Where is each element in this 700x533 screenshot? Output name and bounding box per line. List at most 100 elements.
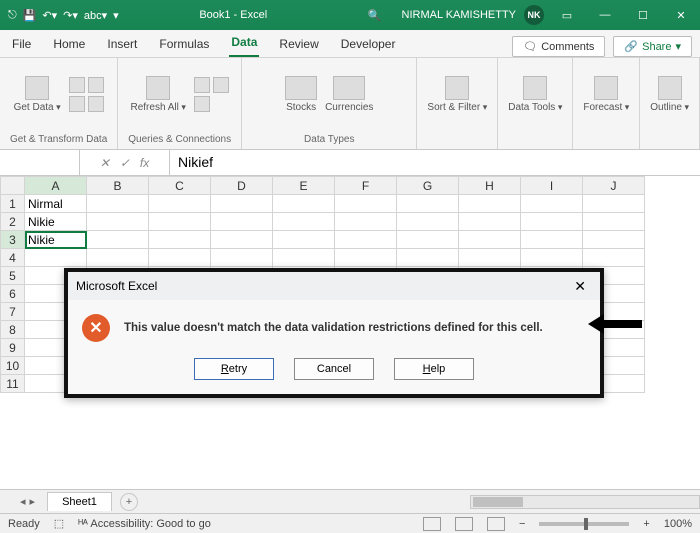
tab-review[interactable]: Review (277, 31, 320, 57)
stocks-button[interactable]: Stocks (285, 76, 317, 113)
group-data-types: Stocks Currencies Data Types (242, 58, 417, 149)
zoom-level[interactable]: 100% (664, 518, 692, 530)
row-header[interactable]: 6 (1, 285, 25, 303)
group-get-transform: Get Data Get & Transform Data (0, 58, 118, 149)
col-header[interactable]: H (459, 177, 521, 195)
sheet-tab[interactable]: Sheet1 (47, 492, 112, 511)
dialog-message: This value doesn't match the data valida… (124, 322, 543, 334)
group-label: Get & Transform Data (10, 134, 107, 145)
page-layout-view-button[interactable] (455, 517, 473, 531)
tab-developer[interactable]: Developer (339, 31, 398, 57)
tab-formulas[interactable]: Formulas (157, 31, 211, 57)
row-header[interactable]: 11 (1, 375, 25, 393)
queries-small-buttons[interactable] (194, 77, 229, 112)
error-icon: ✕ (82, 314, 110, 342)
macro-record-icon[interactable]: ⬚ (54, 517, 64, 530)
formula-input[interactable]: Nikief (170, 150, 700, 175)
col-header[interactable]: A (25, 177, 87, 195)
cancel-entry-icon[interactable]: ✕ (100, 156, 110, 170)
group-label: Queries & Connections (128, 134, 231, 145)
annotation-arrow (602, 320, 642, 328)
get-data-button[interactable]: Get Data (14, 76, 61, 113)
sheet-nav-next-icon[interactable]: ▸ (30, 495, 36, 508)
formula-bar: ✕ ✓ fx Nikief (0, 150, 700, 176)
cancel-button[interactable]: Cancel (294, 358, 374, 380)
page-break-view-button[interactable] (487, 517, 505, 531)
accessibility-status[interactable]: ᴴᴬ Accessibility: Good to go (78, 518, 211, 530)
row-header[interactable]: 2 (1, 213, 25, 231)
account-avatar[interactable]: NK (524, 5, 544, 25)
zoom-in-button[interactable]: + (643, 518, 649, 530)
sort-filter-button[interactable]: Sort & Filter (427, 76, 487, 113)
name-box[interactable] (0, 150, 80, 175)
col-header[interactable]: E (273, 177, 335, 195)
dialog-title: Microsoft Excel (76, 279, 157, 293)
autosave-toggle[interactable]: ⎋ (8, 9, 17, 22)
zoom-slider[interactable] (539, 522, 629, 526)
ribbon-tabs: File Home Insert Formulas Data Review De… (0, 30, 700, 58)
document-title: Book1 - Excel (119, 9, 348, 21)
select-all-corner[interactable] (1, 177, 25, 195)
col-header[interactable]: D (211, 177, 273, 195)
row-header[interactable]: 10 (1, 357, 25, 375)
search-icon[interactable]: 🔍 (348, 9, 402, 22)
tab-home[interactable]: Home (51, 31, 87, 57)
new-sheet-button[interactable]: + (120, 493, 138, 511)
outline-button[interactable]: Outline (650, 76, 689, 113)
col-header[interactable]: C (149, 177, 211, 195)
maximize-button[interactable]: ☐ (628, 3, 658, 27)
cell-mode: Ready (8, 518, 40, 530)
redo-icon[interactable]: ↷▾ (63, 9, 78, 22)
refresh-all-button[interactable]: Refresh All (130, 76, 185, 113)
row-header[interactable]: 5 (1, 267, 25, 285)
row-header[interactable]: 4 (1, 249, 25, 267)
ribbon-display-button[interactable]: ▭ (552, 3, 582, 27)
row-header[interactable]: 9 (1, 339, 25, 357)
group-label: Data Types (304, 134, 354, 145)
ribbon: Get Data Get & Transform Data Refresh Al… (0, 58, 700, 150)
group-forecast: Forecast (573, 58, 640, 149)
currencies-button[interactable]: Currencies (325, 76, 373, 113)
minimize-button[interactable]: — (590, 3, 620, 27)
zoom-out-button[interactable]: − (519, 518, 525, 530)
share-button[interactable]: 🔗 Share ▾ (613, 36, 692, 57)
tab-insert[interactable]: Insert (105, 31, 139, 57)
comments-button[interactable]: 🗨 Comments (512, 36, 605, 57)
col-header[interactable]: F (335, 177, 397, 195)
normal-view-button[interactable] (423, 517, 441, 531)
row-header[interactable]: 8 (1, 321, 25, 339)
account-name[interactable]: NIRMAL KAMISHETTY (402, 9, 517, 21)
fx-icon[interactable]: fx (140, 156, 149, 170)
active-cell[interactable]: Nikie (25, 231, 87, 249)
close-window-button[interactable]: ✕ (666, 3, 696, 27)
retry-button[interactable]: Retry (194, 358, 274, 380)
col-header[interactable]: B (87, 177, 149, 195)
row-header[interactable]: 7 (1, 303, 25, 321)
group-outline: Outline (640, 58, 700, 149)
dialog-close-button[interactable]: ✕ (568, 276, 592, 297)
group-sort-filter: Sort & Filter (417, 58, 498, 149)
data-validation-error-dialog: Microsoft Excel ✕ ✕ This value doesn't m… (64, 268, 604, 398)
cell[interactable]: Nirmal (25, 195, 87, 213)
enter-entry-icon[interactable]: ✓ (120, 156, 130, 170)
get-data-small-buttons[interactable] (69, 77, 104, 112)
status-bar: Ready ⬚ ᴴᴬ Accessibility: Good to go − +… (0, 513, 700, 533)
row-header[interactable]: 1 (1, 195, 25, 213)
col-header[interactable]: I (521, 177, 583, 195)
cell[interactable]: Nikie (25, 213, 87, 231)
sheet-tab-bar: ◂ ▸ Sheet1 + (0, 489, 700, 513)
col-header[interactable]: G (397, 177, 459, 195)
horizontal-scrollbar[interactable] (470, 495, 700, 509)
title-bar: ⎋ 💾 ↶▾ ↷▾ abc▾ ▾ Book1 - Excel 🔍 NIRMAL … (0, 0, 700, 30)
col-header[interactable]: J (583, 177, 645, 195)
tab-data[interactable]: Data (229, 29, 259, 57)
data-tools-button[interactable]: Data Tools (508, 76, 562, 113)
sheet-nav-prev-icon[interactable]: ◂ (20, 495, 26, 508)
forecast-button[interactable]: Forecast (583, 76, 629, 113)
save-icon[interactable]: 💾 (23, 9, 37, 22)
undo-icon[interactable]: ↶▾ (42, 9, 57, 22)
tab-file[interactable]: File (10, 31, 33, 57)
qat-more-icon[interactable]: abc▾ (84, 9, 107, 22)
row-header[interactable]: 3 (1, 231, 25, 249)
help-button[interactable]: Help (394, 358, 474, 380)
